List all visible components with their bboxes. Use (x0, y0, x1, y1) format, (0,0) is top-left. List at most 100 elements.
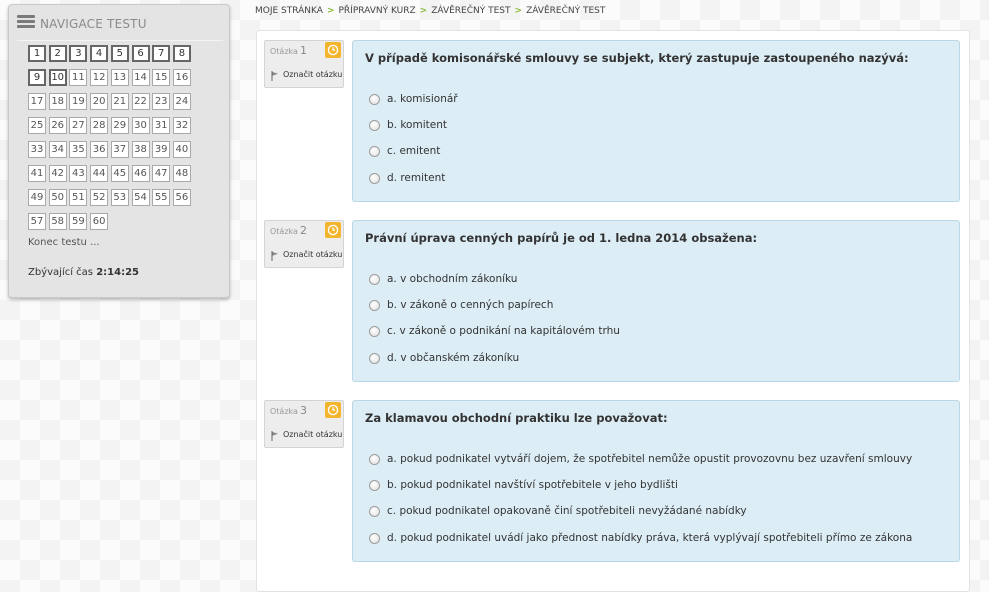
question-nav-button[interactable]: 43 (69, 165, 88, 182)
question-nav-button[interactable]: 58 (48, 213, 67, 230)
question-nav-button[interactable]: 8 (172, 45, 191, 62)
question-nav-button[interactable]: 1 (28, 45, 46, 62)
answer-text[interactable]: b. v zákoně o cenných papírech (387, 299, 553, 311)
question-nav-button[interactable]: 23 (152, 93, 171, 110)
question-nav-button[interactable]: 54 (131, 189, 150, 206)
answer-text[interactable]: c. v zákoně o podnikání na kapitálovém t… (387, 325, 620, 337)
question-nav-button[interactable]: 32 (172, 117, 191, 134)
question-nav-button[interactable]: 45 (110, 165, 129, 182)
question-nav-button[interactable]: 19 (69, 93, 88, 110)
question-nav-button[interactable]: 37 (110, 141, 129, 158)
question-nav-button[interactable]: 48 (172, 165, 191, 182)
answer-radio[interactable] (369, 146, 380, 158)
question-nav-button[interactable]: 34 (48, 141, 67, 158)
question-nav-button[interactable]: 17 (28, 93, 46, 110)
answer-text[interactable]: c. emitent (387, 145, 440, 157)
question-nav-button[interactable]: 60 (90, 213, 109, 230)
answer-radio[interactable] (369, 506, 380, 518)
breadcrumb-item-course[interactable]: PŘÍPRAVNÝ KURZ (339, 6, 416, 16)
question-nav-button[interactable]: 51 (69, 189, 88, 206)
flag-icon[interactable] (271, 431, 279, 441)
finish-attempt-link[interactable]: Konec testu ... (28, 237, 100, 248)
question-nav-button[interactable]: 56 (172, 189, 191, 206)
question-nav-button[interactable]: 20 (90, 93, 109, 110)
answer-text[interactable]: b. pokud podnikatel navštíví spotřebitel… (387, 479, 678, 491)
question-nav-button[interactable]: 24 (172, 93, 191, 110)
flag-question-link[interactable]: Označit otázku (283, 430, 342, 439)
answer-radio[interactable] (369, 352, 380, 364)
answer-radio[interactable] (369, 300, 380, 312)
breadcrumb-item-home[interactable]: MOJE STRÁNKA (255, 6, 323, 16)
question-nav-button[interactable]: 38 (131, 141, 150, 158)
question-nav-button[interactable]: 47 (152, 165, 171, 182)
answer-text[interactable]: a. v obchodním zákoníku (387, 273, 517, 285)
breadcrumb-item-current[interactable]: ZÁVĚREČNÝ TEST (526, 6, 605, 16)
answer-radio[interactable] (369, 120, 380, 132)
question-nav-button[interactable]: 59 (69, 213, 88, 230)
question-nav-button[interactable]: 10 (48, 69, 67, 86)
flag-question-link[interactable]: Označit otázku (283, 250, 342, 259)
answer-radio[interactable] (369, 94, 380, 105)
question-nav-button[interactable]: 44 (90, 165, 109, 182)
question-nav-button[interactable]: 4 (90, 45, 109, 62)
question-nav-button[interactable]: 57 (28, 213, 46, 230)
question-nav-button[interactable]: 9 (28, 69, 46, 86)
question-nav-button[interactable]: 26 (48, 117, 67, 134)
answer-radio[interactable] (369, 326, 380, 338)
question-nav-button[interactable]: 40 (172, 141, 191, 158)
question-nav-button[interactable]: 33 (28, 141, 46, 158)
question-nav-button[interactable]: 11 (69, 69, 88, 86)
question-nav-button[interactable]: 21 (110, 93, 129, 110)
flag-icon[interactable] (271, 251, 279, 261)
question-nav-button[interactable]: 36 (90, 141, 109, 158)
answer-text[interactable]: d. pokud podnikatel uvádí jako přednost … (387, 532, 912, 544)
question-nav-button[interactable]: 2 (48, 45, 67, 62)
question-nav-button[interactable]: 25 (28, 117, 46, 134)
question-nav-button[interactable]: 55 (152, 189, 171, 206)
question-label-text: Otázka (270, 227, 298, 236)
question-nav-button[interactable]: 50 (48, 189, 67, 206)
quiz-navigation-block: NAVIGACE TESTU 1 2 3 4 5 6 7 8 9 10 11 12 13 14 15 16 17… (8, 4, 230, 298)
question-nav-button[interactable]: 49 (28, 189, 46, 206)
answer-radio[interactable] (369, 172, 380, 184)
answer-radio[interactable] (369, 274, 380, 285)
flag-question-link[interactable]: Označit otázku (283, 70, 342, 79)
hamburger-icon[interactable] (17, 15, 35, 29)
answer-radio[interactable] (369, 532, 380, 544)
answer-text[interactable]: b. komitent (387, 119, 447, 131)
question-nav-button[interactable]: 13 (110, 69, 129, 86)
answer-text[interactable]: d. v občanském zákoníku (387, 352, 519, 364)
question-nav-button[interactable]: 31 (152, 117, 171, 134)
question-info: Otázka 2 Označit otázku (264, 220, 344, 268)
question-nav-button[interactable]: 5 (110, 45, 129, 62)
question-nav-button[interactable]: 16 (172, 69, 191, 86)
question-nav-button[interactable]: 14 (131, 69, 150, 86)
question-nav-button[interactable]: 53 (110, 189, 129, 206)
question-nav-button[interactable]: 18 (48, 93, 67, 110)
flag-icon[interactable] (271, 71, 279, 81)
question-nav-button[interactable]: 22 (131, 93, 150, 110)
question-nav-button[interactable]: 42 (48, 165, 67, 182)
question-nav-button[interactable]: 3 (69, 45, 88, 62)
question-nav-button[interactable]: 39 (152, 141, 171, 158)
question-nav-button[interactable]: 12 (90, 69, 109, 86)
answer-text[interactable]: a. pokud podnikatel vytváří dojem, že sp… (387, 453, 912, 465)
question-nav-button[interactable]: 41 (28, 165, 46, 182)
question-nav-button[interactable]: 35 (69, 141, 88, 158)
question-nav-button[interactable]: 52 (90, 189, 109, 206)
question-nav-button[interactable]: 28 (90, 117, 109, 134)
answer-text[interactable]: a. komisionář (387, 93, 458, 105)
question-nav-button[interactable]: 29 (110, 117, 129, 134)
question-nav-button[interactable]: 27 (69, 117, 88, 134)
answer-text[interactable]: c. pokud podnikatel opakovaně činí spotř… (387, 505, 747, 517)
breadcrumb-item-quiz[interactable]: ZÁVĚREČNÝ TEST (431, 6, 510, 16)
question-nav-button[interactable]: 30 (131, 117, 150, 134)
clock-icon (325, 222, 341, 238)
question-nav-button[interactable]: 6 (131, 45, 150, 62)
answer-radio[interactable] (369, 480, 380, 492)
answer-text[interactable]: d. remitent (387, 172, 445, 184)
question-nav-button[interactable]: 15 (152, 69, 171, 86)
answer-radio[interactable] (369, 454, 380, 465)
question-nav-button[interactable]: 7 (152, 45, 171, 62)
question-nav-button[interactable]: 46 (131, 165, 150, 182)
